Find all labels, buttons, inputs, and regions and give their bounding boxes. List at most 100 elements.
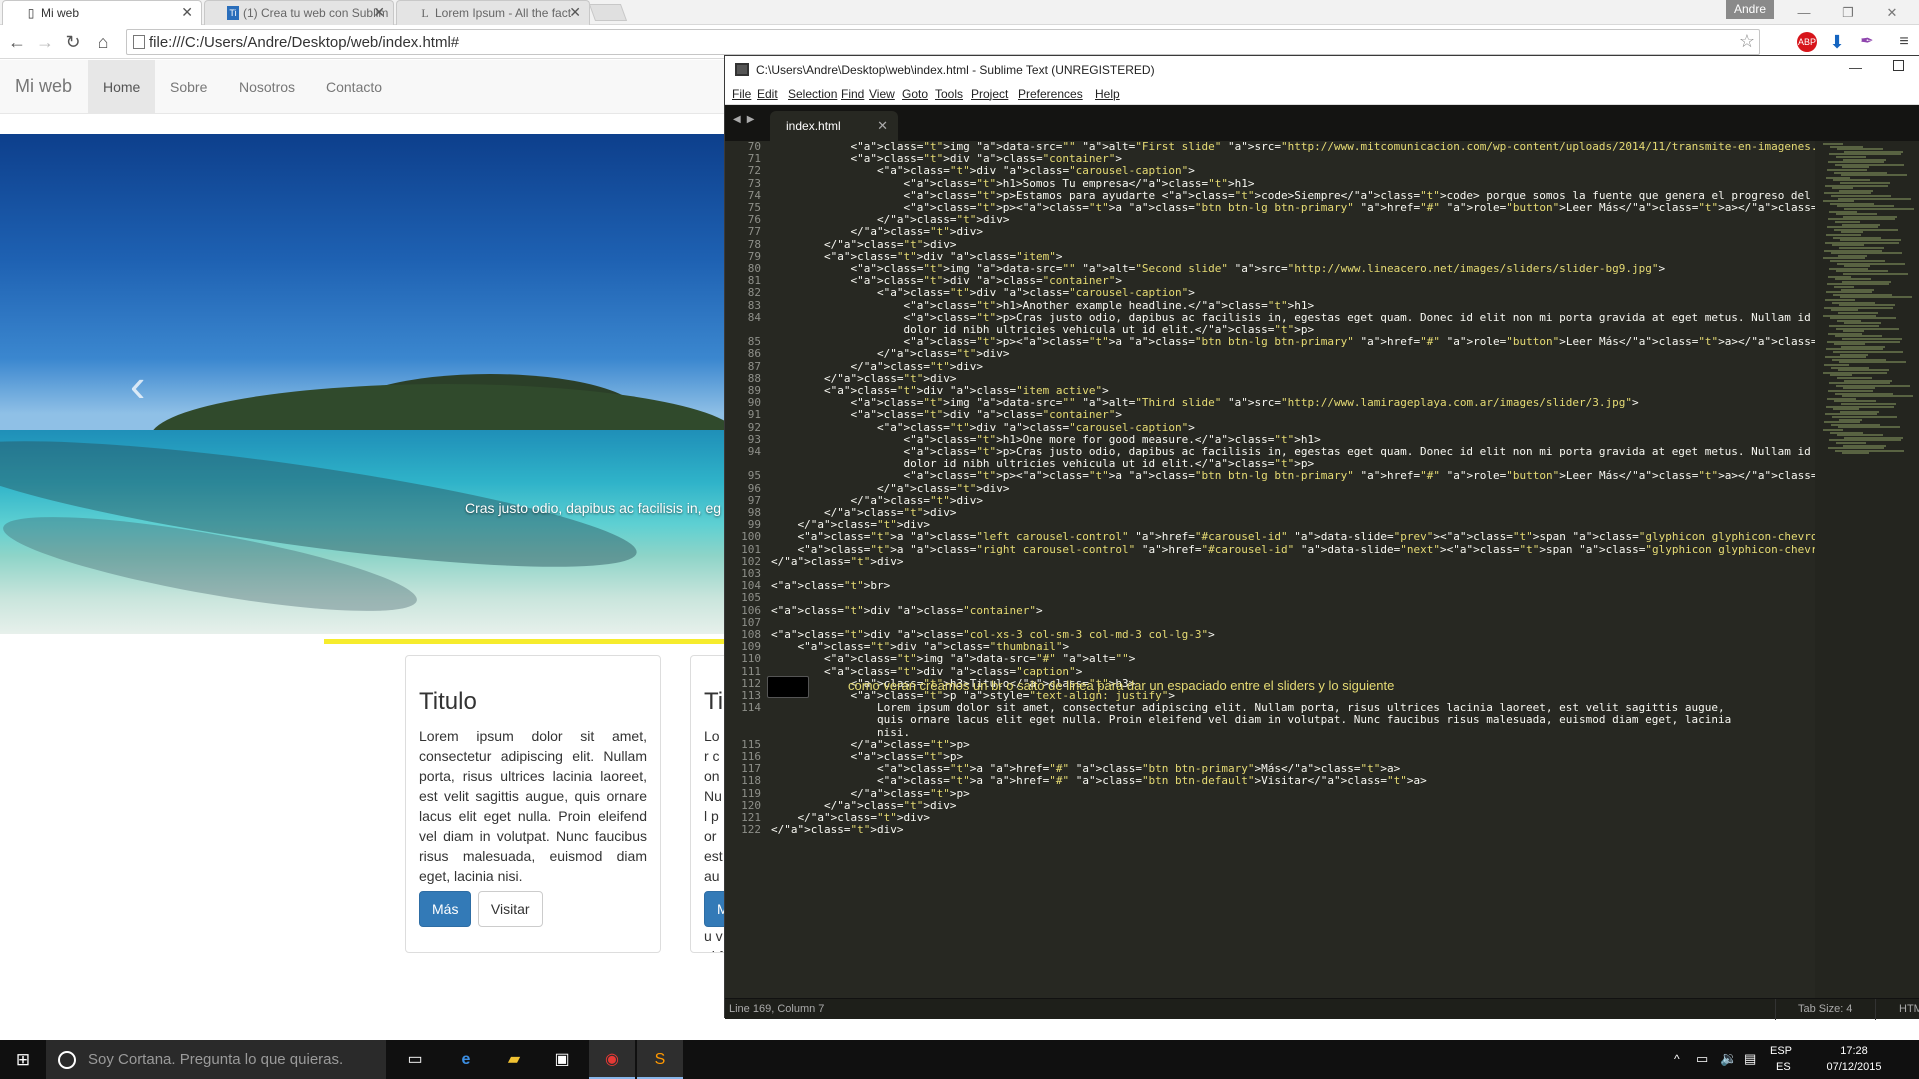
profile-badge[interactable]: Andre (1726, 0, 1774, 19)
line-number: 78 (747, 237, 761, 251)
line-number: 122 (741, 823, 761, 837)
menu-find[interactable]: Find (841, 87, 864, 101)
card-title: Titulo (419, 688, 477, 715)
tab-size[interactable]: Tab Size: 4 (1798, 1003, 1852, 1015)
tab-nav-arrows-icon[interactable]: ◀▶ (733, 114, 760, 125)
nav-contacto[interactable]: Contacto (311, 60, 397, 114)
code-line[interactable]: quis ornare lacus elit eget nulla. Proin… (771, 712, 1731, 727)
code-line[interactable]: </"a">class="t">div> (771, 822, 903, 837)
restore-icon[interactable]: ❐ (1826, 0, 1870, 25)
close-icon[interactable]: ✕ (373, 4, 385, 21)
browser-tab-title: Mi web (41, 6, 80, 20)
clock-date[interactable]: 07/12/2015 (1822, 1061, 1886, 1073)
store-icon[interactable]: ▣ (539, 1040, 585, 1079)
close-icon[interactable]: ✕ (181, 4, 193, 21)
menu-view[interactable]: View (869, 87, 895, 101)
minimize-icon[interactable]: — (1782, 0, 1826, 25)
home-icon[interactable]: ⌂ (92, 31, 114, 53)
code-line[interactable]: <"a">class="t">div "a">class="container"… (771, 603, 1043, 618)
thumbnail-card: Titulo Lorem ipsum dolor sit amet, conse… (405, 655, 661, 953)
close-icon[interactable]: ✕ (569, 4, 581, 21)
pen-icon[interactable]: ✒ (1857, 32, 1877, 52)
forward-icon[interactable]: → (34, 31, 56, 53)
nav-nosotros[interactable]: Nosotros (224, 60, 310, 114)
browser-tab-lorem-ipsum[interactable]: L Lorem Ipsum - All the fact ✕ (396, 0, 590, 25)
site-brand[interactable]: Mi web (15, 76, 72, 97)
clock-time[interactable]: 17:28 (1824, 1045, 1884, 1057)
nav-home[interactable]: Home (88, 60, 156, 114)
code-line[interactable]: <"a">class="t">a "a">class="right carous… (771, 542, 1919, 557)
task-view-icon[interactable]: ▭ (392, 1040, 438, 1079)
url-input[interactable] (149, 32, 1709, 52)
nav-sobre[interactable]: Sobre (155, 60, 222, 114)
line-number: 97 (747, 493, 761, 507)
minimize-icon[interactable]: — (1849, 60, 1862, 75)
minimap[interactable] (1815, 141, 1919, 998)
menu-help[interactable]: Help (1095, 87, 1120, 101)
sublime-text-icon[interactable]: S (637, 1040, 683, 1079)
windows-start-icon[interactable]: ⊞ (0, 1040, 46, 1079)
close-icon[interactable]: ✕ (877, 118, 888, 134)
menu-tools[interactable]: Tools (935, 87, 963, 101)
line-number: 86 (747, 347, 761, 361)
code-editor[interactable]: 70 71 72 73 74 75 76 77 78 79 80 81 82 83 84 85 86 87 88 89… (725, 141, 1919, 998)
card-text: Lorem ipsum dolor sit amet, consectetur … (419, 728, 647, 884)
menu-icon[interactable]: ≡ (1894, 32, 1914, 52)
visitar-button[interactable]: Visitar (477, 891, 543, 927)
chevron-left-icon[interactable]: ‹ (130, 362, 145, 408)
line-number: 114 (741, 701, 761, 715)
menu-project[interactable]: Project (971, 87, 1008, 101)
network-icon[interactable]: ▭ (1696, 1051, 1708, 1067)
minimap-line (1839, 361, 1906, 364)
line-number: 117 (741, 762, 761, 776)
language-top[interactable]: ESP (1770, 1045, 1792, 1057)
sublime-tab-index[interactable]: index.html ✕ (770, 111, 898, 141)
line-number: 120 (741, 798, 761, 812)
line-number: 80 (747, 262, 761, 275)
line-number: 89 (747, 384, 761, 397)
download-icon[interactable]: ⬇ (1827, 32, 1847, 52)
browser-tab-mi-web[interactable]: ▯ Mi web ✕ (2, 0, 202, 25)
menu-goto[interactable]: Goto (902, 87, 928, 101)
chrome-icon[interactable]: ◉ (589, 1040, 635, 1079)
notifications-icon[interactable]: ▤ (1744, 1051, 1756, 1067)
ti-icon: Ti (227, 6, 239, 20)
volume-icon[interactable]: 🔉 (1720, 1050, 1737, 1067)
line-number: 110 (741, 652, 761, 666)
file-explorer-icon[interactable]: ▰ (491, 1040, 537, 1079)
language-bottom[interactable]: ES (1776, 1061, 1791, 1073)
line-number: 75 (747, 201, 761, 214)
cursor-position: Line 169, Column 7 (729, 1003, 825, 1015)
new-tab-button[interactable] (588, 4, 628, 21)
line-number: 91 (747, 408, 761, 422)
line-number: 77 (747, 225, 761, 239)
menu-preferences[interactable]: Preferences (1018, 87, 1083, 101)
page-icon (133, 35, 145, 49)
menu-selection[interactable]: Selection (788, 87, 837, 101)
browser-tab-title: Lorem Ipsum - All the fact (435, 6, 572, 20)
line-number: 113 (741, 689, 761, 702)
maximize-icon[interactable] (1893, 60, 1904, 71)
bookmark-star-icon[interactable]: ☆ (1739, 31, 1755, 52)
code-line[interactable]: <"a">class="t">br> (771, 578, 890, 593)
mas-button[interactable]: Más (419, 891, 472, 927)
cortana-search[interactable]: Soy Cortana. Pregunta lo que quieras. (46, 1040, 386, 1079)
menu-edit[interactable]: Edit (757, 87, 778, 101)
edge-icon[interactable]: e (443, 1040, 489, 1079)
syntax-mode[interactable]: HTML (1899, 1003, 1919, 1015)
line-number: 105 (741, 591, 761, 605)
code-line[interactable]: </"a">class="t">div> (771, 554, 903, 569)
address-bar[interactable]: ☆ (126, 29, 1760, 55)
line-number: 118 (741, 774, 761, 788)
code-area[interactable]: <"a">class="t">img "a">data-src="" "a">a… (771, 141, 1919, 998)
chevron-up-icon[interactable]: ^ (1674, 1052, 1680, 1066)
reload-icon[interactable]: ↻ (62, 31, 84, 53)
back-icon[interactable]: ← (6, 31, 28, 53)
window-close-icon[interactable]: ✕ (1870, 0, 1914, 25)
browser-tab-crea-tu-web[interactable]: Ti (1) Crea tu web con Sublim ✕ (204, 0, 394, 25)
line-gutter: 70 71 72 73 74 75 76 77 78 79 80 81 82 83 84 85 86 87 88 89… (725, 141, 763, 998)
line-number: 115 (741, 737, 761, 751)
adblock-icon[interactable]: ABP (1797, 32, 1817, 52)
line-number: 111 (741, 664, 761, 678)
menu-file[interactable]: File (732, 87, 751, 101)
